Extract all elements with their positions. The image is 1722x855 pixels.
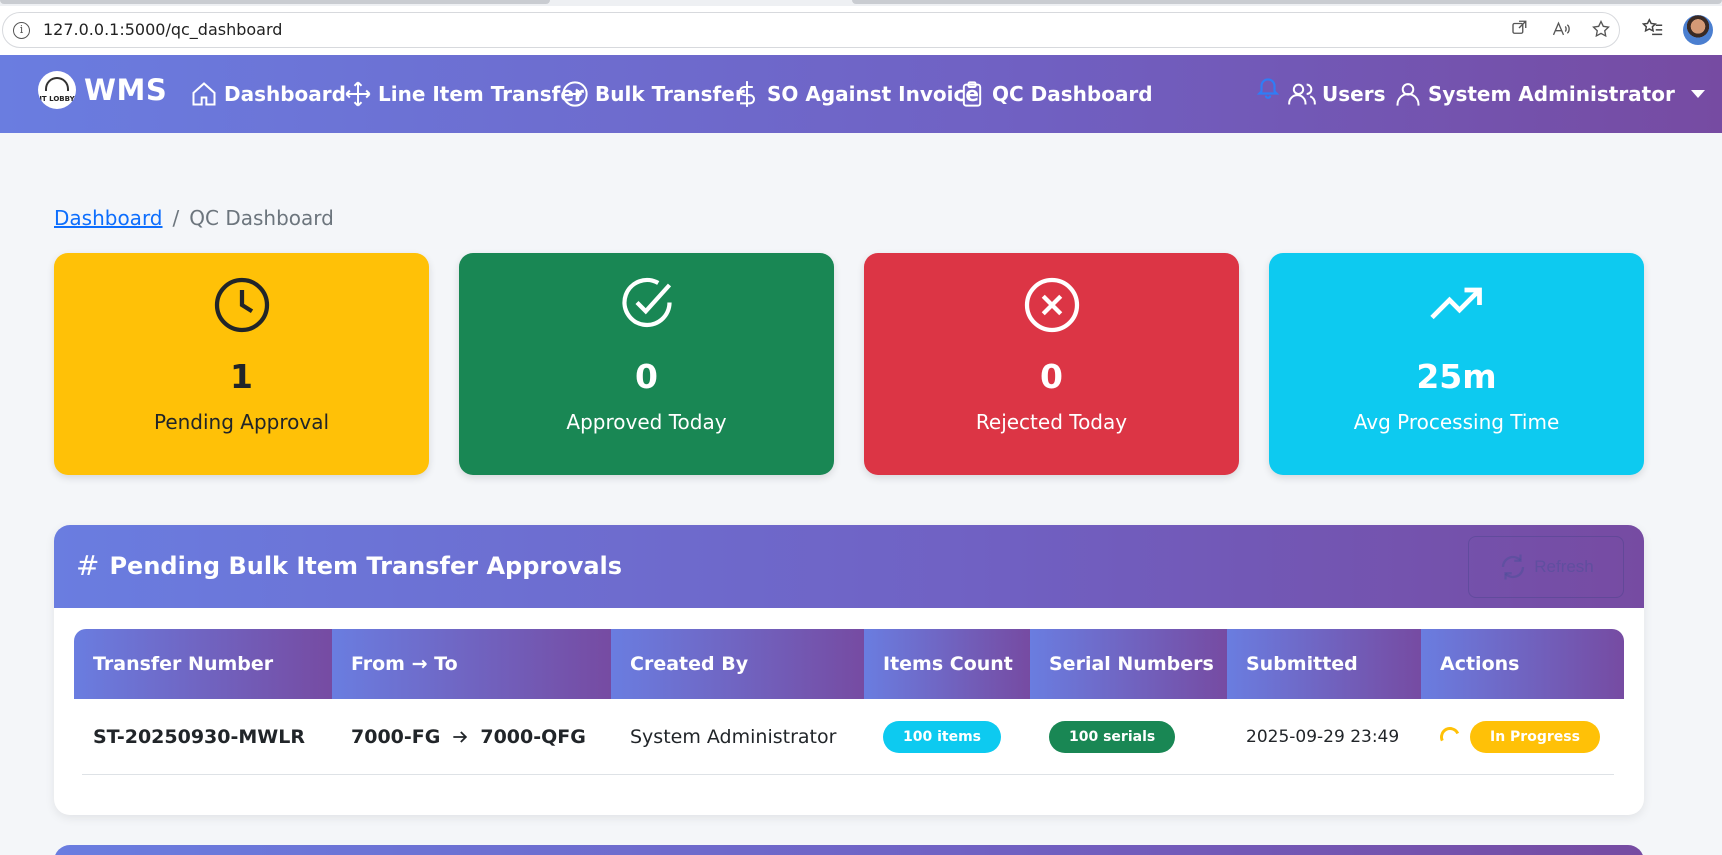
column-header-created-by[interactable]: Created By [611,629,864,699]
cell-serial-numbers: 100 serials [1030,699,1227,775]
nav-item-label: Users [1322,82,1386,106]
breadcrumb-dashboard-link[interactable]: Dashboard [54,206,163,230]
row-divider [82,774,1614,775]
x-circle-icon [1024,277,1080,333]
site-info-icon[interactable]: i [13,22,30,39]
panel-title-text: Pending Bulk Item Transfer Approvals [109,551,623,580]
nav-item-label: Dashboard [224,82,346,106]
arrow-right-circle-icon [562,81,588,107]
check-circle-icon [622,277,672,328]
breadcrumb-separator: / [172,206,180,230]
breadcrumb-current: QC Dashboard [189,206,334,230]
cell-from-to: 7000-FG 7000-QFG [332,699,611,775]
column-header-actions[interactable]: Actions [1421,629,1624,699]
stat-label: Pending Approval [153,410,330,434]
from-location: 7000-FG [351,726,441,748]
stat-value: 0 [635,357,658,396]
refresh-button[interactable]: Refresh [1468,536,1624,598]
open-in-app-icon[interactable] [1507,19,1531,43]
table-header: Transfer Number From → To Created By Ite… [74,629,1624,699]
favorite-star-icon[interactable] [1589,19,1613,43]
brand[interactable]: IT LOBBY WMS [38,71,167,109]
user-name: System Administrator [1428,82,1675,106]
user-menu-dropdown[interactable]: System Administrator [1394,77,1705,111]
hash-icon: # [76,549,100,582]
cell-created-by: System Administrator [630,726,837,748]
stat-value: 0 [1040,357,1063,396]
notification-bell-icon[interactable] [1255,72,1281,102]
stat-card-avg-processing-time: 25m Avg Processing Time [1269,253,1644,475]
arrows-move-icon [345,81,371,107]
stat-label: Rejected Today [975,410,1128,434]
arrow-right-icon [453,731,468,743]
house-icon [192,82,216,106]
column-header-submitted[interactable]: Submitted [1227,629,1421,699]
profile-avatar[interactable] [1683,15,1713,45]
panel-header: # Pending Bulk Item Transfer Approvals R… [54,525,1644,608]
clipboard-icon [962,81,982,107]
read-aloud-icon[interactable] [1549,19,1573,43]
users-icon [1288,83,1316,105]
nav-item-qc-dashboard[interactable]: QC Dashboard [958,77,1153,111]
panel-title: # Pending Bulk Item Transfer Approvals [76,549,622,582]
cell-actions: In Progress [1421,699,1624,775]
caret-down-icon [1690,90,1705,98]
cell-transfer-number[interactable]: ST-20250930-MWLR [74,699,332,775]
cell-items-count: 100 items [864,699,1030,775]
serial-numbers-badge: 100 serials [1049,721,1176,753]
person-icon [1396,83,1420,106]
pending-approvals-panel: # Pending Bulk Item Transfer Approvals R… [54,525,1644,815]
trending-up-icon [1430,287,1482,320]
top-navbar: IT LOBBY WMS Dashboard Line Item Transfe… [0,55,1722,133]
nav-item-bulk-transfer[interactable]: Bulk Transfer [561,77,745,111]
column-header-from-to[interactable]: From → To [332,629,611,699]
stat-label: Approved Today [566,410,727,434]
column-header-items-count[interactable]: Items Count [864,629,1030,699]
browser-tab[interactable] [852,0,1722,4]
address-url[interactable]: 127.0.0.1:5000/qc_dashboard [43,20,282,39]
brand-name: WMS [84,73,168,107]
browser-tab[interactable] [0,0,550,4]
to-location: 7000-QFG [480,726,586,748]
stat-value: 25m [1416,357,1497,396]
refresh-icon [1502,554,1525,580]
cell-submitted: 2025-09-29 23:49 [1246,727,1400,747]
nav-item-so-against-invoice[interactable]: SO Against Invoice [733,77,979,111]
brand-logo: IT LOBBY [38,71,76,109]
refresh-label: Refresh [1534,557,1594,576]
stat-label: Avg Processing Time [1353,410,1560,434]
stat-card-approved-today: 0 Approved Today [459,253,834,475]
stat-card-rejected-today: 0 Rejected Today [864,253,1239,475]
stat-card-pending-approval: 1 Pending Approval [54,253,429,475]
stat-value: 1 [230,357,253,396]
nav-item-dashboard[interactable]: Dashboard [190,77,346,111]
items-count-badge: 100 items [883,721,1002,753]
nav-item-label: Line Item Transfer [378,82,584,106]
column-header-transfer-number[interactable]: Transfer Number [74,629,332,699]
status-badge: In Progress [1470,721,1600,753]
table-row[interactable]: ST-20250930-MWLR 7000-FG 7000-QFG System… [74,699,1624,775]
dollar-icon [739,81,755,107]
browser-toolbar: i 127.0.0.1:5000/qc_dashboard [0,0,1722,55]
column-header-serial-numbers[interactable]: Serial Numbers [1030,629,1227,699]
clock-icon [214,277,270,333]
favorites-list-icon[interactable] [1640,17,1666,43]
nav-item-users[interactable]: Users [1288,77,1385,111]
breadcrumb: Dashboard / QC Dashboard [54,206,334,230]
nav-item-label: Bulk Transfer [595,82,745,106]
address-bar[interactable]: i 127.0.0.1:5000/qc_dashboard [2,12,1620,48]
nav-item-line-item-transfer[interactable]: Line Item Transfer [344,77,584,111]
nav-item-label: SO Against Invoice [767,82,979,106]
loading-spinner-icon [1437,724,1463,750]
nav-item-label: QC Dashboard [992,82,1153,106]
tab-strip [0,0,1722,6]
next-panel-header [54,845,1644,855]
